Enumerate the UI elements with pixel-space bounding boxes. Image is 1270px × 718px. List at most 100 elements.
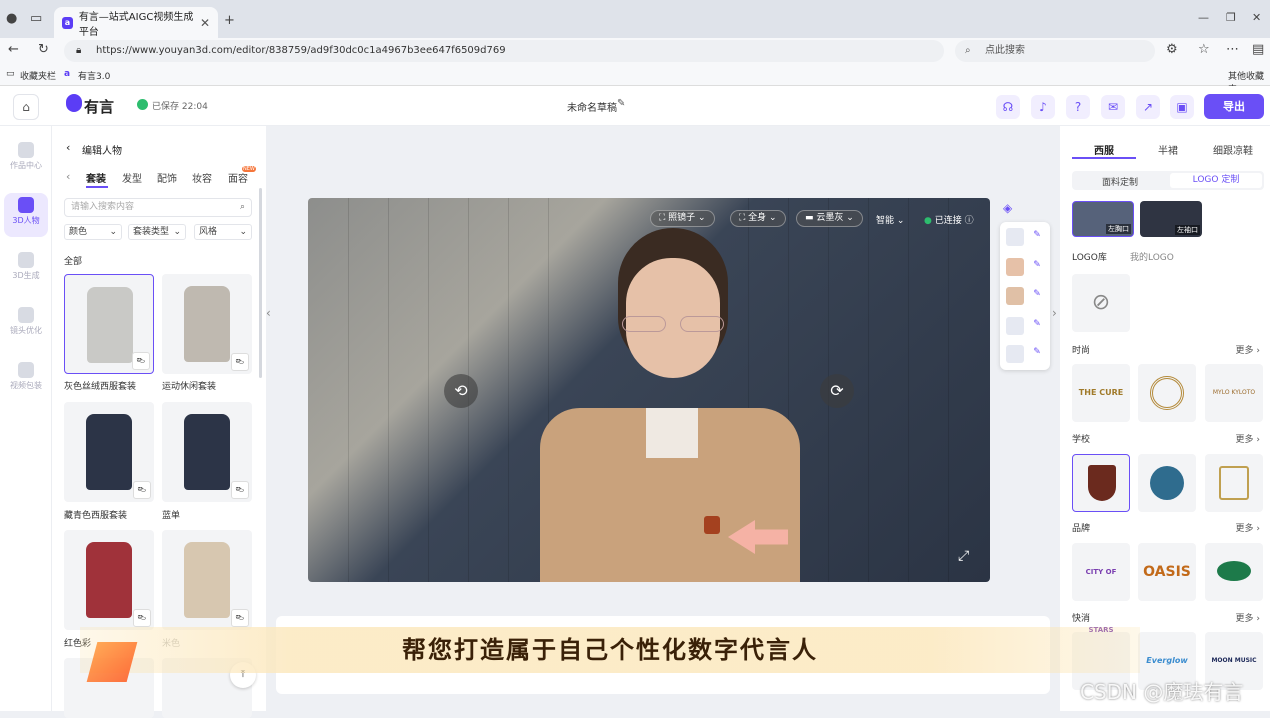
sidebar-icon[interactable]: ▤	[1252, 42, 1264, 57]
favorites-icon[interactable]: ☆	[1198, 42, 1210, 57]
url-field[interactable]: 🔒︎ https://www.youyan3d.com/editor/83875…	[64, 40, 944, 62]
logo-tile[interactable]	[1205, 454, 1263, 512]
rotate-left-icon[interactable]: ⟲	[444, 374, 478, 408]
more-link[interactable]: 更多 ›	[1236, 343, 1260, 356]
logo-tile[interactable]: CITY OF STARS	[1072, 543, 1130, 634]
mirror-dropdown[interactable]: ⛶ 照镜子 ⌄	[650, 210, 715, 227]
fullbody-dropdown[interactable]: ⛶ 全身 ⌄	[730, 210, 786, 227]
edit-icon[interactable]: ✎	[1030, 319, 1044, 333]
collapse-right-icon[interactable]: ›	[1052, 306, 1057, 320]
home-icon[interactable]: ⌂	[13, 94, 39, 120]
tab-suit[interactable]: 套装	[86, 170, 106, 185]
rotate-right-icon[interactable]: ⟳	[820, 374, 854, 408]
no-logo-icon[interactable]: ⊘	[1072, 274, 1130, 332]
back-chevron-icon[interactable]: ‹	[66, 141, 70, 154]
logo-tile[interactable]	[1072, 454, 1130, 512]
outfit-card[interactable]: 👞︎	[64, 530, 154, 630]
position-left-cuff[interactable]: 左袖口	[1140, 201, 1202, 237]
draft-name[interactable]: 未命名草稿	[567, 99, 617, 114]
bookmark-item[interactable]: 收藏夹栏	[20, 69, 56, 82]
bookmark-item[interactable]: 有言3.0	[78, 69, 110, 82]
logo-tile[interactable]	[1138, 454, 1196, 512]
menu-icon[interactable]: ⋯	[1226, 42, 1239, 57]
edit-icon[interactable]: ✎	[1030, 230, 1044, 244]
background-dropdown[interactable]: ▬ 云墨灰 ⌄	[796, 210, 863, 227]
head-icon[interactable]	[1006, 287, 1024, 305]
outfit-card[interactable]: 👞︎	[162, 402, 252, 502]
close-tab-icon[interactable]: ✕	[200, 16, 210, 30]
scrollbar-thumb[interactable]	[259, 188, 262, 378]
logo-option[interactable]: LOGO 定制	[1170, 173, 1262, 188]
tab-hair[interactable]: 发型	[122, 170, 142, 185]
logo-tile[interactable]	[1138, 364, 1196, 422]
face-icon[interactable]	[1006, 258, 1024, 276]
rail-item-3d-gen[interactable]: 3D生成	[4, 248, 48, 292]
active-tab-indicator	[1072, 157, 1136, 159]
tab-actions-icon[interactable]: ▭	[30, 11, 42, 26]
mail-icon[interactable]: ✉	[1101, 95, 1125, 119]
edit-name-icon[interactable]: ✎	[617, 98, 625, 109]
rail-item-package[interactable]: 视频包装	[4, 358, 48, 402]
restore-icon[interactable]: ❐	[1226, 11, 1236, 24]
browser-search-field[interactable]: ⌕ 点此搜索	[955, 40, 1155, 62]
shape-icon[interactable]	[1006, 345, 1024, 363]
outfit-search-input[interactable]: 请输入搜索内容 ⌕	[64, 198, 252, 217]
tab-suit[interactable]: 西服	[1094, 142, 1114, 157]
filter-color[interactable]: 颜色 ⌄	[64, 224, 122, 240]
profile-icon[interactable]: ●	[6, 11, 17, 26]
filter-style[interactable]: 风格 ⌄	[194, 224, 252, 240]
outfit-card[interactable]: 👞︎	[64, 402, 154, 502]
collapse-left-icon[interactable]: ‹	[266, 306, 271, 320]
extensions-icon[interactable]: ⚙	[1166, 42, 1178, 57]
outfit-card[interactable]: 👞︎	[162, 530, 252, 630]
logo-tile[interactable]	[1205, 543, 1263, 601]
outfit-card[interactable]: 👞︎	[64, 274, 154, 374]
search-placeholder: 请输入搜索内容	[71, 202, 135, 212]
more-link[interactable]: 更多 ›	[1236, 521, 1260, 534]
search-icon: ⌕	[965, 45, 971, 56]
tabs-prev-icon[interactable]: ‹	[66, 170, 70, 183]
my-logo-tab[interactable]: 我的LOGO	[1130, 250, 1174, 263]
search-icon[interactable]: ⌕	[240, 199, 245, 216]
tab-makeup[interactable]: 妆容	[192, 170, 212, 185]
browser-tab[interactable]: a 有言—站式AIGC视频生成平台 ✕	[54, 7, 218, 38]
outfit-card[interactable]: 👞︎	[162, 274, 252, 374]
rail-item-camera[interactable]: 镜头优化	[4, 303, 48, 347]
folder-icon[interactable]: ▣	[1170, 95, 1194, 119]
notification-icon[interactable]: ♪	[1031, 95, 1055, 119]
rail-item-3d-person[interactable]: 3D人物	[4, 193, 48, 237]
new-tab-icon[interactable]: +	[224, 13, 235, 28]
logo-tile[interactable]: THE CURE	[1072, 364, 1130, 422]
pill-label: 全身	[748, 213, 767, 223]
fabric-option[interactable]: 面料定制	[1102, 175, 1138, 188]
back-icon[interactable]: ←	[8, 42, 19, 57]
edit-icon[interactable]: ✎	[1030, 260, 1044, 274]
edit-icon[interactable]: ✎	[1030, 347, 1044, 361]
logo-lib-tab[interactable]: LOGO库	[1072, 250, 1107, 263]
rail-item-works[interactable]: 作品中心	[4, 138, 48, 182]
tab-sandals[interactable]: 细跟凉鞋	[1213, 142, 1253, 157]
layers-icon[interactable]: ◈	[1003, 201, 1012, 215]
help-icon[interactable]: ?	[1066, 95, 1090, 119]
support-icon[interactable]: ☊	[996, 95, 1020, 119]
logo-tile[interactable]: MYLO KYLOTO	[1205, 364, 1263, 422]
logo-tile[interactable]: OASIS	[1138, 543, 1196, 601]
share-icon[interactable]: ↗	[1136, 95, 1160, 119]
tab-accessory[interactable]: 配饰	[157, 170, 177, 185]
filter-type[interactable]: 套装类型 ⌄	[128, 224, 186, 240]
position-left-chest[interactable]: 左胸口	[1072, 201, 1134, 237]
more-link[interactable]: 更多 ›	[1236, 432, 1260, 445]
image-icon[interactable]	[1006, 317, 1024, 335]
image-icon[interactable]	[1006, 228, 1024, 246]
export-button[interactable]: 导出	[1204, 94, 1264, 119]
fullscreen-icon[interactable]: ⤢	[958, 548, 969, 564]
more-link[interactable]: 更多 ›	[1236, 611, 1260, 624]
close-window-icon[interactable]: ✕	[1252, 11, 1261, 24]
tab-skirt[interactable]: 半裙	[1158, 142, 1178, 157]
edit-icon[interactable]: ✎	[1030, 289, 1044, 303]
3d-preview-viewport[interactable]: ⛶ 照镜子 ⌄ ⛶ 全身 ⌄ ▬ 云墨灰 ⌄ 智能 ⌄ ● 已连接 ⓘ ⟲ ⟳ …	[308, 198, 990, 582]
smart-dropdown[interactable]: 智能 ⌄	[876, 213, 904, 226]
tab-face[interactable]: 面容	[228, 170, 248, 185]
minimize-icon[interactable]: —	[1198, 11, 1209, 24]
refresh-icon[interactable]: ↻	[38, 42, 49, 57]
